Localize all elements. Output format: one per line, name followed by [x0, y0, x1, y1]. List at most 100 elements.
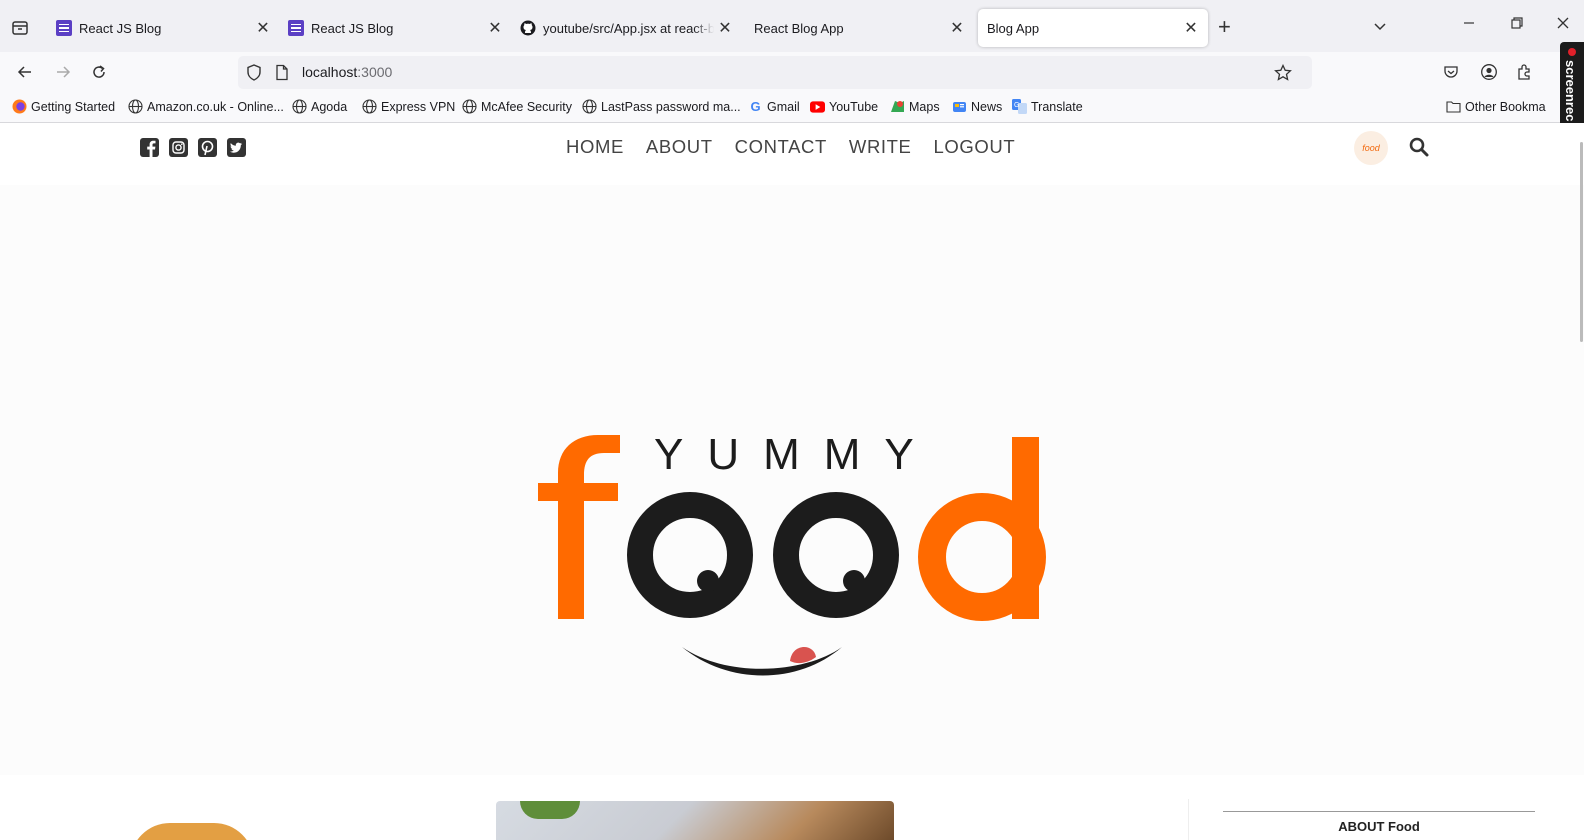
logo-smile — [682, 647, 842, 676]
twitter-icon[interactable] — [227, 138, 246, 157]
burger-bun — [130, 823, 254, 840]
restore-icon[interactable] — [1510, 16, 1524, 35]
sidebar: ABOUT Food — [1188, 799, 1568, 840]
bookmark-label: Express VPN — [381, 99, 456, 114]
url-host: localhost — [302, 64, 358, 80]
firefox-icon — [12, 99, 27, 114]
star-bookmark-icon[interactable] — [1274, 63, 1292, 87]
close-window-icon[interactable] — [1556, 16, 1570, 35]
logo-tongue — [790, 646, 816, 664]
url-bar[interactable]: localhost:3000 — [238, 56, 1312, 89]
tab-blog-app[interactable]: Blog App ✕ — [978, 9, 1208, 47]
close-tab-icon[interactable]: ✕ — [1180, 17, 1202, 39]
bookmark-label: YouTube — [829, 99, 879, 114]
tab-react-js-blog-2[interactable]: React JS Blog ✕ — [288, 9, 506, 47]
tab-title: youtube/src/App.jsx at react-bl — [543, 20, 714, 36]
youtube-icon — [810, 99, 825, 114]
tab-github-app-jsx[interactable]: youtube/src/App.jsx at react-bl ✕ — [520, 9, 736, 47]
site-topbar: HOME ABOUT CONTACT WRITE LOGOUT food — [0, 123, 1584, 173]
svg-text:G: G — [1014, 102, 1019, 109]
tab-title: React Blog App — [754, 20, 844, 36]
page-content: HOME ABOUT CONTACT WRITE LOGOUT food YUM… — [0, 123, 1584, 840]
screen-recorder-label: screenrec — [1563, 60, 1578, 122]
logo-eye-1 — [697, 570, 719, 592]
other-bookmarks[interactable]: Other Bookma — [1446, 99, 1546, 114]
bookmark-maps[interactable]: Maps — [890, 99, 940, 114]
back-arrow-icon[interactable] — [14, 61, 36, 83]
new-tab-icon[interactable]: + — [1218, 16, 1231, 38]
bookmark-news[interactable]: News — [952, 99, 1002, 114]
bookmark-label: LastPass password ma... — [601, 99, 741, 114]
close-tab-icon[interactable]: ✕ — [714, 17, 736, 39]
tab-react-blog-app[interactable]: React Blog App ✕ — [754, 9, 968, 47]
bookmark-getting-started[interactable]: Getting Started — [12, 99, 115, 114]
yummy-food-logo: YUMMY — [538, 435, 1046, 676]
nav-home[interactable]: HOME — [566, 136, 624, 158]
nav-write[interactable]: WRITE — [849, 136, 912, 158]
tab-title: Blog App — [987, 20, 1040, 36]
avatar[interactable]: food — [1354, 131, 1388, 165]
github-icon — [520, 20, 536, 36]
bookmark-label: Amazon.co.uk - Online... — [147, 99, 284, 114]
bookmark-mcafee[interactable]: McAfee Security — [462, 99, 572, 114]
url-text[interactable]: localhost:3000 — [302, 64, 392, 80]
bookmark-agoda[interactable]: Agoda — [292, 99, 347, 114]
logo-letter-d — [918, 437, 1046, 621]
tab-react-js-blog-1[interactable]: React JS Blog ✕ — [56, 9, 274, 47]
globe-icon — [362, 99, 377, 114]
logo-top-text: YUMMY — [654, 435, 938, 479]
maps-icon — [890, 99, 905, 114]
tab-strip: React JS Blog ✕ React JS Blog ✕ youtube/… — [0, 0, 1584, 52]
logo-letter-o2 — [773, 492, 899, 618]
google-icon: G — [750, 99, 761, 114]
post-image-burger[interactable] — [44, 799, 444, 840]
facebook-icon[interactable] — [140, 138, 159, 157]
bookmark-youtube[interactable]: YouTube — [810, 99, 878, 114]
page-icon[interactable] — [275, 64, 289, 86]
hero-banner: YUMMY — [0, 185, 1584, 775]
post-image-dish[interactable] — [496, 801, 894, 840]
bookmark-label: Getting Started — [31, 99, 116, 114]
close-tab-icon[interactable]: ✕ — [484, 17, 506, 39]
bookmark-translate[interactable]: G Translate — [1012, 99, 1083, 114]
extensions-icon[interactable] — [1514, 61, 1536, 83]
nav-about[interactable]: ABOUT — [646, 136, 713, 158]
page-scrollbar[interactable] — [1580, 142, 1583, 342]
minimize-icon[interactable] — [1462, 16, 1476, 35]
nav-contact[interactable]: CONTACT — [735, 136, 827, 158]
bookmarks-toolbar: Getting Started Amazon.co.uk - Online...… — [0, 92, 1584, 123]
bookmark-lastpass[interactable]: LastPass password ma... — [582, 99, 741, 114]
navigation-toolbar: localhost:3000 — [0, 52, 1584, 92]
bookmark-express-vpn[interactable]: Express VPN — [362, 99, 455, 114]
bookmark-gmail[interactable]: G Gmail — [748, 99, 799, 114]
avatar-text: food — [1362, 143, 1380, 153]
search-icon[interactable] — [1408, 136, 1430, 163]
bookmark-amazon[interactable]: Amazon.co.uk - Online... — [128, 99, 284, 114]
bookmark-label: McAfee Security — [481, 99, 573, 114]
other-bookmarks-label: Other Bookma — [1465, 99, 1546, 114]
record-dot-icon — [1568, 48, 1576, 56]
close-tab-icon[interactable]: ✕ — [946, 17, 968, 39]
instagram-icon[interactable] — [169, 138, 188, 157]
shield-icon[interactable] — [246, 64, 262, 86]
tab-list-icon[interactable] — [6, 14, 34, 42]
bookmark-label: Translate — [1031, 99, 1083, 114]
logo-letter-f — [538, 435, 620, 619]
nav-logout[interactable]: LOGOUT — [934, 136, 1016, 158]
logo-letter-o1 — [627, 492, 753, 618]
sidebar-title: ABOUT Food — [1338, 819, 1420, 834]
account-icon[interactable] — [1478, 61, 1500, 83]
bookmark-label: News — [971, 99, 1003, 114]
tab-title: React JS Blog — [79, 20, 162, 36]
main-navigation: HOME ABOUT CONTACT WRITE LOGOUT — [566, 136, 1015, 158]
close-tab-icon[interactable]: ✕ — [252, 17, 274, 39]
reload-icon[interactable] — [88, 61, 110, 83]
chevron-down-icon[interactable] — [1372, 18, 1388, 39]
globe-icon — [128, 99, 143, 114]
pocket-icon[interactable] — [1440, 61, 1462, 83]
social-links — [140, 138, 246, 157]
folder-icon — [1446, 99, 1461, 114]
forward-arrow-icon[interactable] — [52, 61, 74, 83]
purple-list-icon — [56, 20, 72, 36]
pinterest-icon[interactable] — [198, 138, 217, 157]
